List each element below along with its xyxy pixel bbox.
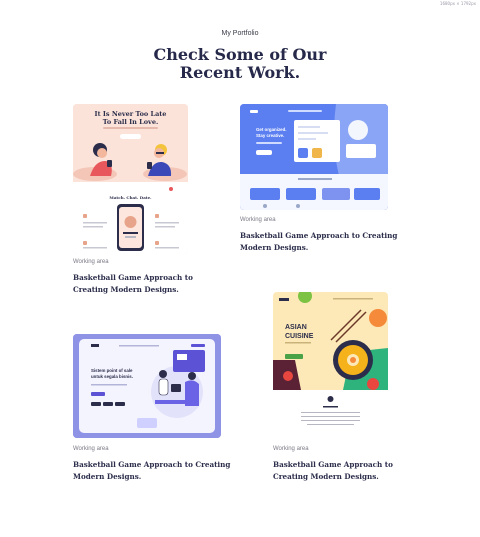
card-3-category: Working area — [73, 446, 109, 452]
dating-illustration: It Is Never Too Late To Fall In Love. Ma… — [73, 104, 188, 254]
dating-headline-2: To Fall In Love. — [103, 118, 158, 126]
card-3-title-line-2: Modern Designs. — [73, 472, 142, 481]
card-4-title-line-1: Basketball Game Approach to — [273, 460, 393, 469]
pos-headline-2: untuk segala bisnis. — [91, 374, 133, 379]
dating-subheading: Match. Chat. Date. — [109, 195, 152, 200]
card-3-title[interactable]: Basketball Game Approach to Creating Mod… — [73, 459, 230, 483]
card-3-title-line-1: Basketball Game Approach to Creating — [73, 460, 231, 469]
dating-headline-1: It Is Never Too Late — [95, 110, 167, 118]
portfolio-thumbnail-dating[interactable]: It Is Never Too Late To Fall In Love. Ma… — [73, 104, 188, 254]
card-2-title[interactable]: Basketball Game Approach to Creating Mod… — [240, 230, 397, 254]
heading-line-1: Check Some of Our — [153, 45, 327, 64]
portfolio-thumbnail-asian-cuisine[interactable]: ASIAN CUISINE — [273, 292, 388, 438]
pos-headline-1: Sistem point of sale — [91, 368, 133, 373]
organizer-headline-2: Stay creative. — [256, 133, 284, 138]
organizer-illustration: Get organized. Stay creative. — [240, 104, 388, 210]
card-1-title-line-2: Creating Modern Designs. — [73, 285, 179, 294]
card-1-title-line-1: Basketball Game Approach to — [73, 273, 193, 282]
heading-line-2: Recent Work. — [179, 63, 301, 82]
card-2-title-line-2: Modern Designs. — [240, 243, 309, 252]
asian-headline-1: ASIAN — [285, 324, 307, 331]
card-4-title-line-2: Creating Modern Designs. — [273, 472, 379, 481]
section-heading: Check Some of Our Recent Work. — [0, 46, 480, 82]
pos-illustration: Sistem point of sale untuk segala bisnis… — [73, 334, 221, 438]
organizer-headline-1: Get organized. — [256, 127, 287, 132]
portfolio-thumbnail-organizer[interactable]: Get organized. Stay creative. — [240, 104, 388, 210]
card-2-category: Working area — [240, 217, 276, 223]
asian-headline-2: CUISINE — [285, 333, 314, 340]
card-1-category: Working area — [73, 259, 109, 265]
card-4-title[interactable]: Basketball Game Approach to Creating Mod… — [273, 459, 393, 483]
portfolio-thumbnail-pos[interactable]: Sistem point of sale untuk segala bisnis… — [73, 334, 221, 438]
card-4-category: Working area — [273, 446, 309, 452]
section-eyebrow: My Portfolio — [221, 30, 259, 37]
image-size-note: 1680px × 1792px — [439, 1, 476, 6]
card-1-title[interactable]: Basketball Game Approach to Creating Mod… — [73, 272, 193, 296]
card-2-title-line-1: Basketball Game Approach to Creating — [240, 231, 398, 240]
asian-cuisine-illustration: ASIAN CUISINE — [273, 292, 388, 438]
